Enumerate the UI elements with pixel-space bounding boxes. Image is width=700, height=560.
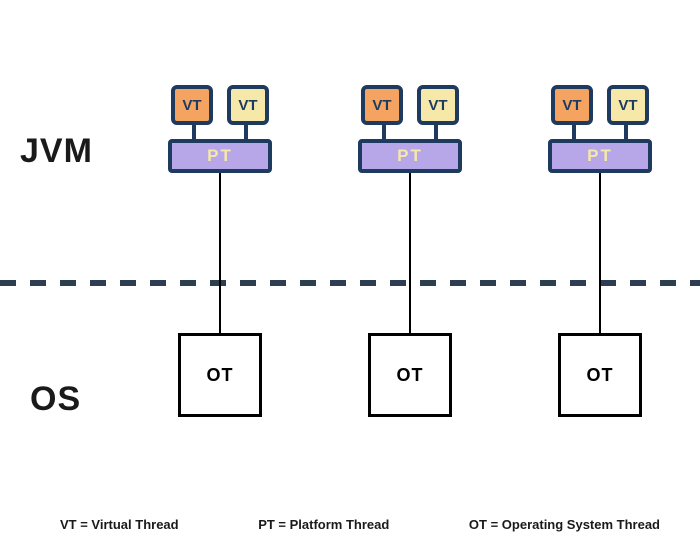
- legend: VT = Virtual Thread PT = Platform Thread…: [60, 517, 660, 532]
- pt-ot-connector: [409, 173, 411, 333]
- virtual-thread-box: VT: [607, 85, 649, 125]
- legend-ot: OT = Operating System Thread: [469, 517, 660, 532]
- legend-pt: PT = Platform Thread: [258, 517, 389, 532]
- virtual-thread-box: VT: [171, 85, 213, 125]
- pt-ot-connector: [599, 173, 601, 333]
- platform-thread-box: PT: [358, 139, 462, 173]
- vt-row: VT VT: [551, 85, 649, 125]
- os-thread-box: OT: [558, 333, 642, 417]
- vt-pt-connector: [550, 125, 650, 139]
- platform-thread-box: PT: [548, 139, 652, 173]
- pt-ot-connector: [219, 173, 221, 333]
- os-layer-label: OS: [30, 380, 81, 419]
- thread-columns: VT VT PT OT VT VT PT OT VT VT PT OT: [140, 85, 680, 417]
- virtual-thread-box: VT: [227, 85, 269, 125]
- virtual-thread-box: VT: [417, 85, 459, 125]
- vt-pt-connector: [170, 125, 270, 139]
- vt-pt-connector: [360, 125, 460, 139]
- virtual-thread-box: VT: [361, 85, 403, 125]
- thread-unit: VT VT PT OT: [520, 85, 680, 417]
- vt-row: VT VT: [361, 85, 459, 125]
- jvm-layer-label: JVM: [20, 132, 93, 171]
- thread-unit: VT VT PT OT: [140, 85, 300, 417]
- os-thread-box: OT: [368, 333, 452, 417]
- vt-row: VT VT: [171, 85, 269, 125]
- platform-thread-box: PT: [168, 139, 272, 173]
- os-thread-box: OT: [178, 333, 262, 417]
- thread-unit: VT VT PT OT: [330, 85, 490, 417]
- legend-vt: VT = Virtual Thread: [60, 517, 179, 532]
- virtual-thread-box: VT: [551, 85, 593, 125]
